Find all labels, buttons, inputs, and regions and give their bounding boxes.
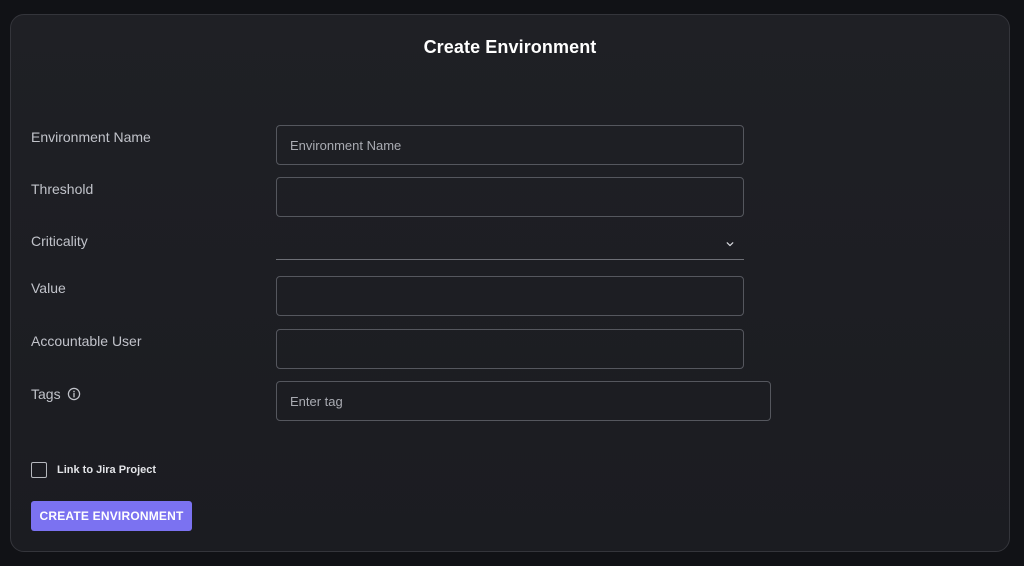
value-label-text: Value (31, 280, 66, 296)
value-input[interactable] (276, 276, 744, 316)
tags-label-text: Tags (31, 386, 61, 402)
tags-input[interactable] (276, 381, 771, 421)
criticality-select[interactable] (276, 231, 744, 260)
create-environment-button[interactable]: CREATE ENVIRONMENT (31, 501, 192, 531)
value-label: Value (31, 280, 66, 296)
link-to-jira-label: Link to Jira Project (57, 464, 157, 476)
jira-link-option[interactable]: Link to Jira Project (31, 462, 156, 478)
tags-label: Tags (31, 386, 81, 402)
accountable-user-label-text: Accountable User (31, 333, 142, 349)
criticality-label-text: Criticality (31, 233, 88, 249)
threshold-input[interactable] (276, 177, 744, 217)
environment-name-label-text: Environment Name (31, 129, 151, 145)
page-title: Create Environment (423, 37, 597, 57)
accountable-user-input[interactable] (276, 329, 744, 369)
create-environment-panel: Create Environment Environment Name Thre… (10, 14, 1010, 552)
criticality-label: Criticality (31, 233, 88, 249)
threshold-label: Threshold (31, 181, 93, 197)
link-to-jira-checkbox[interactable] (31, 462, 47, 478)
environment-name-input[interactable] (276, 125, 744, 165)
chevron-down-icon (726, 242, 734, 247)
environment-name-label: Environment Name (31, 129, 151, 145)
info-icon[interactable] (67, 387, 81, 401)
threshold-label-text: Threshold (31, 181, 94, 197)
accountable-user-label: Accountable User (31, 333, 142, 349)
